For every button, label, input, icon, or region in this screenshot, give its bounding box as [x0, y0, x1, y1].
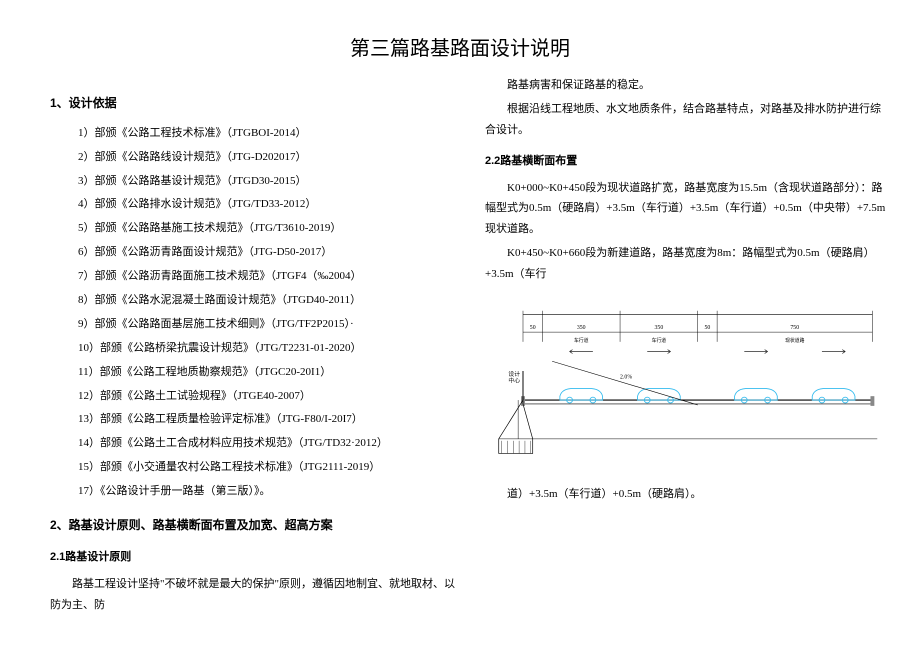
ref-item: 7）部颁《公路沥青路面施工技术规范》（JTGF4（‰2004） [50, 266, 455, 287]
paragraph: K0+000~K0+450段为现状道路扩宽，路基宽度为15.5m（含现状道路部分… [485, 178, 890, 241]
paragraph: 路基病害和保证路基的稳定。 [485, 75, 890, 96]
svg-text:750: 750 [790, 325, 799, 331]
ref-item: 15）部颁《小交通量农村公路工程技术标准》（JTG2111-2019） [50, 457, 455, 478]
svg-text:50: 50 [529, 325, 535, 331]
svg-text:2.0%: 2.0% [620, 375, 632, 381]
svg-text:车行道: 车行道 [651, 337, 666, 344]
ref-item: 6）部颁《公路沥青路面设计规范》（JTG-D50-2017） [50, 242, 455, 263]
subheading-principle: 2.1路基设计原则 [50, 547, 455, 568]
ref-item: 10）部颁《公路桥梁抗震设计规范》（JTG/T2231-01-2020） [50, 338, 455, 359]
ref-item: 3）部颁《公路路基设计规范》（JTGD30-2015） [50, 171, 455, 192]
ref-item: 4）部颁《公路排水设计规范》（JTG/TD33-2012） [50, 194, 455, 215]
left-column: 1、设计依据 1）部颁《公路工程技术标准》（JTGBOI-2014） 2）部颁《… [50, 20, 455, 619]
paragraph: 道）+3.5m（车行道）+0.5m（硬路肩）。 [485, 484, 890, 505]
cross-section-svg: 50 350 车行道 350 车行道 50 750 现状道路 [493, 303, 883, 468]
ref-item: 5）部颁《公路路基施工技术规范》（JTG/T3610-2019） [50, 218, 455, 239]
cross-section-figure: 50 350 车行道 350 车行道 50 750 现状道路 [485, 303, 890, 476]
svg-text:50: 50 [704, 325, 710, 331]
svg-text:车行道: 车行道 [573, 337, 588, 344]
subheading-cross-section: 2.2路基横断面布置 [485, 151, 890, 172]
right-column: 路基病害和保证路基的稳定。 根据沿线工程地质、水文地质条件，结合路基特点，对路基… [485, 20, 890, 619]
car-icon [559, 388, 854, 403]
ref-item: 9）部颁《公路路面基层施工技术细则》（JTG/TF2P2015）· [50, 314, 455, 335]
paragraph: 路基工程设计坚持"不破坏就是最大的保护"原则，遵循因地制宜、就地取材、以防为主、… [50, 574, 455, 616]
heading-design-basis: 1、设计依据 [50, 92, 455, 115]
ref-item: 8）部颁《公路水泥混凝土路面设计规范》（JTGD40-2011） [50, 290, 455, 311]
heading-roadbed-principles: 2、路基设计原则、路基横断面布置及加宽、超高方案 [50, 514, 455, 537]
ref-item: 14）部颁《公路土工合成材料应用技术规范》（JTG/TD32·2012） [50, 433, 455, 454]
svg-text:350: 350 [576, 325, 585, 331]
page-body: 1、设计依据 1）部颁《公路工程技术标准》（JTGBOI-2014） 2）部颁《… [0, 0, 920, 629]
ref-item: 17）《公路设计手册一路基（第三版）》。 [50, 481, 455, 502]
svg-text:设计: 设计 [508, 370, 520, 378]
ref-item: 2）部颁《公路路线设计规范》（JTG-D202017） [50, 147, 455, 168]
ref-item: 13）部颁《公路工程质量检验评定标准》（JTG-F80/I-20I7） [50, 409, 455, 430]
svg-text:350: 350 [654, 325, 663, 331]
paragraph: 根据沿线工程地质、水文地质条件，结合路基特点，对路基及排水防护进行综合设计。 [485, 99, 890, 141]
ref-item: 12）部颁《公路土工试验规程》（JTGE40-2007） [50, 386, 455, 407]
svg-text:现状道路: 现状道路 [785, 337, 805, 344]
paragraph: K0+450~K0+660段为新建道路，路基宽度为8m：路幅型式为0.5m（硬路… [485, 243, 890, 285]
ref-item: 1）部颁《公路工程技术标准》（JTGBOI-2014） [50, 123, 455, 144]
svg-text:中心: 中心 [508, 377, 520, 385]
ref-item: 11）部颁《公路工程地质勘察规范》（JTGC20-20I1） [50, 362, 455, 383]
